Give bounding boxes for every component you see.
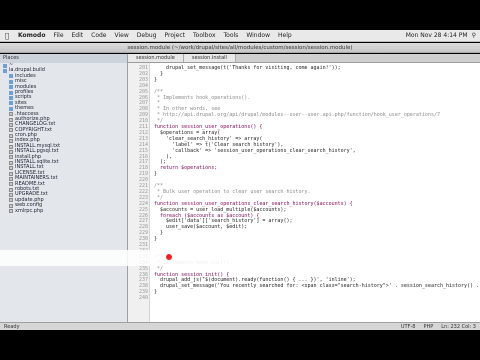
code-line: user_save($account, $edit); — [154, 224, 248, 231]
menubar-extras: Mon Nov 28 4:14 PM ⚲ — [406, 32, 480, 39]
file-icon — [9, 133, 13, 138]
folder-icon — [9, 90, 13, 95]
tab-session-module[interactable]: session.module — [128, 54, 184, 62]
mouse-cursor-icon — [166, 254, 172, 260]
file-icon — [9, 155, 13, 160]
file-icon — [9, 193, 13, 198]
file-icon — [9, 128, 13, 133]
spotlight-icon[interactable]: ⚲ — [472, 32, 476, 39]
code-line: drupal_set_message('You recently searche… — [154, 283, 480, 290]
code-line: } — [154, 289, 158, 296]
menu-window[interactable]: Window — [242, 32, 274, 39]
folder-icon — [3, 69, 7, 74]
menu-toolbox[interactable]: Toolbox — [189, 32, 220, 39]
folder-icon — [9, 74, 13, 79]
code-line: } — [154, 76, 158, 83]
file-icon — [9, 203, 13, 208]
sidebar-header: Places — [0, 54, 127, 63]
file-icon — [9, 112, 13, 117]
file-icon — [9, 187, 13, 192]
file-icon — [9, 171, 13, 176]
line-number: 240 — [138, 295, 148, 302]
code-line: } — [154, 236, 158, 243]
status-text: Ready — [4, 323, 20, 330]
menubar:  Komodo File Edit Code View Debug Proje… — [0, 30, 480, 42]
file-icon — [9, 139, 13, 144]
folder-icon — [9, 79, 13, 84]
menu-edit[interactable]: Edit — [68, 32, 88, 39]
status-position: Ln: 232 Col: 3 — [441, 323, 476, 330]
menu-view[interactable]: View — [111, 32, 133, 39]
tab-session-install[interactable]: session.install — [183, 54, 236, 62]
code-line: } — [154, 171, 158, 178]
folder-icon — [3, 63, 7, 68]
file-icon — [9, 182, 13, 187]
clock[interactable]: Mon Nov 28 4:14 PM — [406, 32, 468, 39]
file-icon — [9, 176, 13, 181]
file-tree: ~ ia.drupal.build includes misc modules profi… — [0, 62, 127, 214]
code-line: * http://api.drupal.org/api/drupal/modul… — [154, 112, 440, 119]
code-line: return $operations; — [154, 165, 218, 172]
code-line: * Implements hook_operations(). — [154, 94, 251, 101]
menu-debug[interactable]: Debug — [133, 32, 161, 39]
file-icon — [9, 122, 13, 127]
file-icon — [9, 117, 13, 122]
code-line: drupal_set_message(t('Thanks for visitin… — [154, 65, 341, 71]
status-bar: Ready UTF-8 PHP Ln: 232 Col: 3 — [0, 322, 480, 330]
file-icon — [9, 166, 13, 171]
screen:  Komodo File Edit Code View Debug Proje… — [0, 0, 480, 360]
file-icon — [9, 149, 13, 154]
file-icon — [9, 198, 13, 203]
file-icon — [9, 160, 13, 165]
window-title: session.module (~/work/drupal/sites/all/… — [0, 43, 480, 53]
tree-item[interactable]: xmlrpc.php — [0, 207, 127, 214]
menu-code[interactable]: Code — [87, 32, 110, 39]
status-language[interactable]: PHP — [423, 324, 433, 330]
apple-menu-icon[interactable]:  — [0, 32, 14, 40]
menu-app[interactable]: Komodo — [14, 32, 49, 39]
status-encoding[interactable]: UTF-8 — [401, 324, 416, 330]
folder-icon — [9, 106, 13, 111]
folder-icon — [9, 96, 13, 101]
menu-file[interactable]: File — [49, 32, 67, 39]
file-icon — [9, 209, 13, 214]
code-line: 'callback' => 'session_user_operations_c… — [154, 147, 356, 154]
menu-tools[interactable]: Tools — [220, 32, 243, 39]
folder-icon — [9, 85, 13, 90]
menu-project[interactable]: Project — [161, 32, 190, 39]
folder-icon — [9, 101, 13, 106]
editor-tabs: session.module session.install — [128, 54, 480, 63]
file-icon — [9, 144, 13, 149]
code-editor[interactable]: 201 drupal_set_message(t('Thanks for vis… — [128, 63, 480, 322]
code-line: * Bulk user operation to clear user sear… — [154, 188, 311, 195]
places-sidebar: Places ~ ia.drupal.build includes misc modul… — [0, 54, 128, 322]
menu-help[interactable]: Help — [274, 32, 296, 39]
tree-item-label: xmlrpc.php — [15, 207, 44, 214]
highlight-band — [0, 250, 480, 266]
